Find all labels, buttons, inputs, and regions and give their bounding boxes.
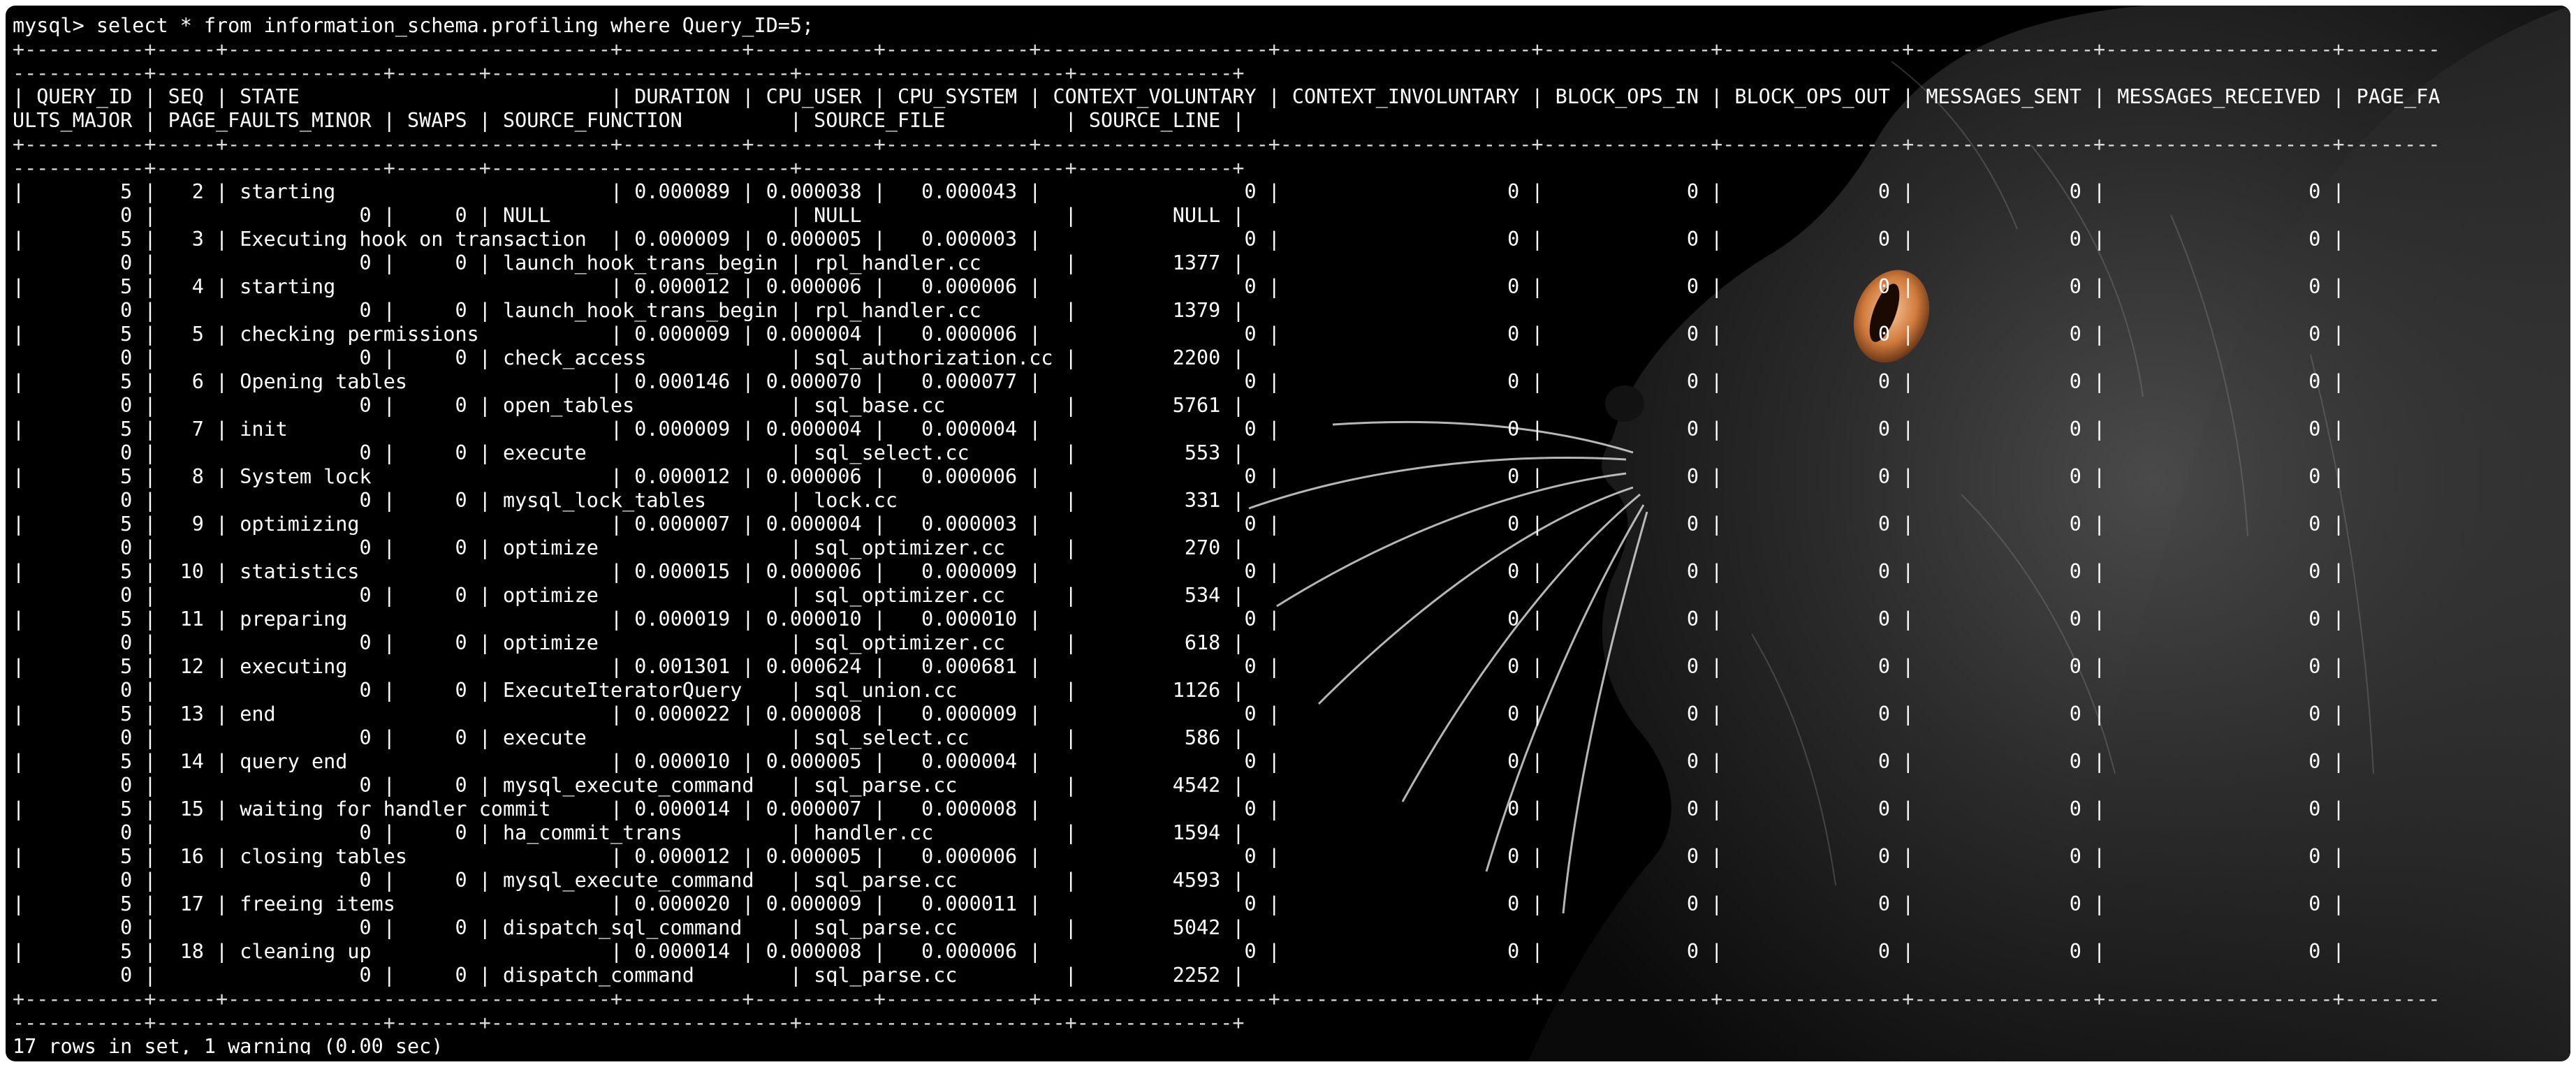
table-row: 0 | 0 | 0 | ha_commit_trans | handler.cc… bbox=[13, 821, 1245, 844]
table-row: | 5 | 2 | starting | 0.000089 | 0.000038… bbox=[13, 180, 2440, 203]
table-row: | 5 | 8 | System lock | 0.000012 | 0.000… bbox=[13, 465, 2440, 488]
terminal-output[interactable]: mysql> select * from information_schema.… bbox=[13, 14, 2562, 1054]
table-row: 0 | 0 | 0 | dispatch_command | sql_parse… bbox=[13, 964, 1245, 987]
table-row: | 5 | 6 | Opening tables | 0.000146 | 0.… bbox=[13, 370, 2440, 393]
table-row: 0 | 0 | 0 | optimize | sql_optimizer.cc … bbox=[13, 631, 1245, 654]
table-row: 0 | 0 | 0 | launch_hook_trans_begin | rp… bbox=[13, 299, 1245, 322]
command-line: mysql> select * from information_schema.… bbox=[13, 14, 814, 37]
table-row: 0 | 0 | 0 | check_access | sql_authoriza… bbox=[13, 346, 1245, 369]
table-row: 0 | 0 | 0 | open_tables | sql_base.cc | … bbox=[13, 394, 1245, 417]
table-border: -----------+-------------------+-------+… bbox=[13, 1011, 1245, 1034]
table-row: 0 | 0 | 0 | optimize | sql_optimizer.cc … bbox=[13, 536, 1245, 559]
table-row: 0 | 0 | 0 | execute | sql_select.cc | 58… bbox=[13, 726, 1245, 749]
table-row: 0 | 0 | 0 | launch_hook_trans_begin | rp… bbox=[13, 251, 1245, 274]
table-row: | 5 | 18 | cleaning up | 0.000014 | 0.00… bbox=[13, 940, 2440, 963]
table-row: 0 | 0 | 0 | ExecuteIteratorQuery | sql_u… bbox=[13, 679, 1245, 702]
table-border: +----------+-----+----------------------… bbox=[13, 38, 2440, 61]
table-row: | 5 | 5 | checking permissions | 0.00000… bbox=[13, 323, 2440, 346]
table-row: | 5 | 14 | query end | 0.000010 | 0.0000… bbox=[13, 750, 2440, 773]
table-row: 0 | 0 | 0 | execute | sql_select.cc | 55… bbox=[13, 441, 1245, 464]
table-row: 0 | 0 | 0 | mysql_execute_command | sql_… bbox=[13, 774, 1245, 797]
table-row: 0 | 0 | 0 | mysql_lock_tables | lock.cc … bbox=[13, 489, 1245, 512]
table-row: | 5 | 15 | waiting for handler commit | … bbox=[13, 797, 2440, 821]
table-header: | QUERY_ID | SEQ | STATE | DURATION | CP… bbox=[13, 85, 2440, 108]
table-row: | 5 | 17 | freeing items | 0.000020 | 0.… bbox=[13, 892, 2440, 915]
table-row: 0 | 0 | 0 | dispatch_sql_command | sql_p… bbox=[13, 916, 1245, 939]
table-row: | 5 | 3 | Executing hook on transaction … bbox=[13, 228, 2440, 251]
table-border: -----------+-------------------+-------+… bbox=[13, 156, 1245, 179]
table-row: | 5 | 7 | init | 0.000009 | 0.000004 | 0… bbox=[13, 418, 2440, 441]
table-row: | 5 | 11 | preparing | 0.000019 | 0.0000… bbox=[13, 608, 2440, 631]
table-row: 0 | 0 | 0 | NULL | NULL | NULL | bbox=[13, 204, 1245, 227]
table-border: +----------+-----+----------------------… bbox=[13, 987, 2440, 1010]
table-header: ULTS_MAJOR | PAGE_FAULTS_MINOR | SWAPS |… bbox=[13, 109, 1245, 132]
table-row: | 5 | 10 | statistics | 0.000015 | 0.000… bbox=[13, 560, 2440, 583]
result-footer: 17 rows in set, 1 warning (0.00 sec) bbox=[13, 1035, 444, 1054]
table-row: | 5 | 12 | executing | 0.001301 | 0.0006… bbox=[13, 655, 2440, 678]
table-row: 0 | 0 | 0 | optimize | sql_optimizer.cc … bbox=[13, 584, 1245, 607]
table-row: 0 | 0 | 0 | mysql_execute_command | sql_… bbox=[13, 869, 1245, 892]
result-table: +----------+-----+----------------------… bbox=[13, 38, 2562, 1035]
terminal-window: mysql> select * from information_schema.… bbox=[6, 6, 2570, 1061]
table-row: | 5 | 4 | starting | 0.000012 | 0.000006… bbox=[13, 275, 2440, 298]
table-border: +----------+-----+----------------------… bbox=[13, 133, 2440, 156]
table-row: | 5 | 13 | end | 0.000022 | 0.000008 | 0… bbox=[13, 702, 2440, 726]
table-row: | 5 | 9 | optimizing | 0.000007 | 0.0000… bbox=[13, 513, 2440, 536]
table-row: | 5 | 16 | closing tables | 0.000012 | 0… bbox=[13, 845, 2440, 868]
table-border: -----------+-------------------+-------+… bbox=[13, 61, 1245, 84]
